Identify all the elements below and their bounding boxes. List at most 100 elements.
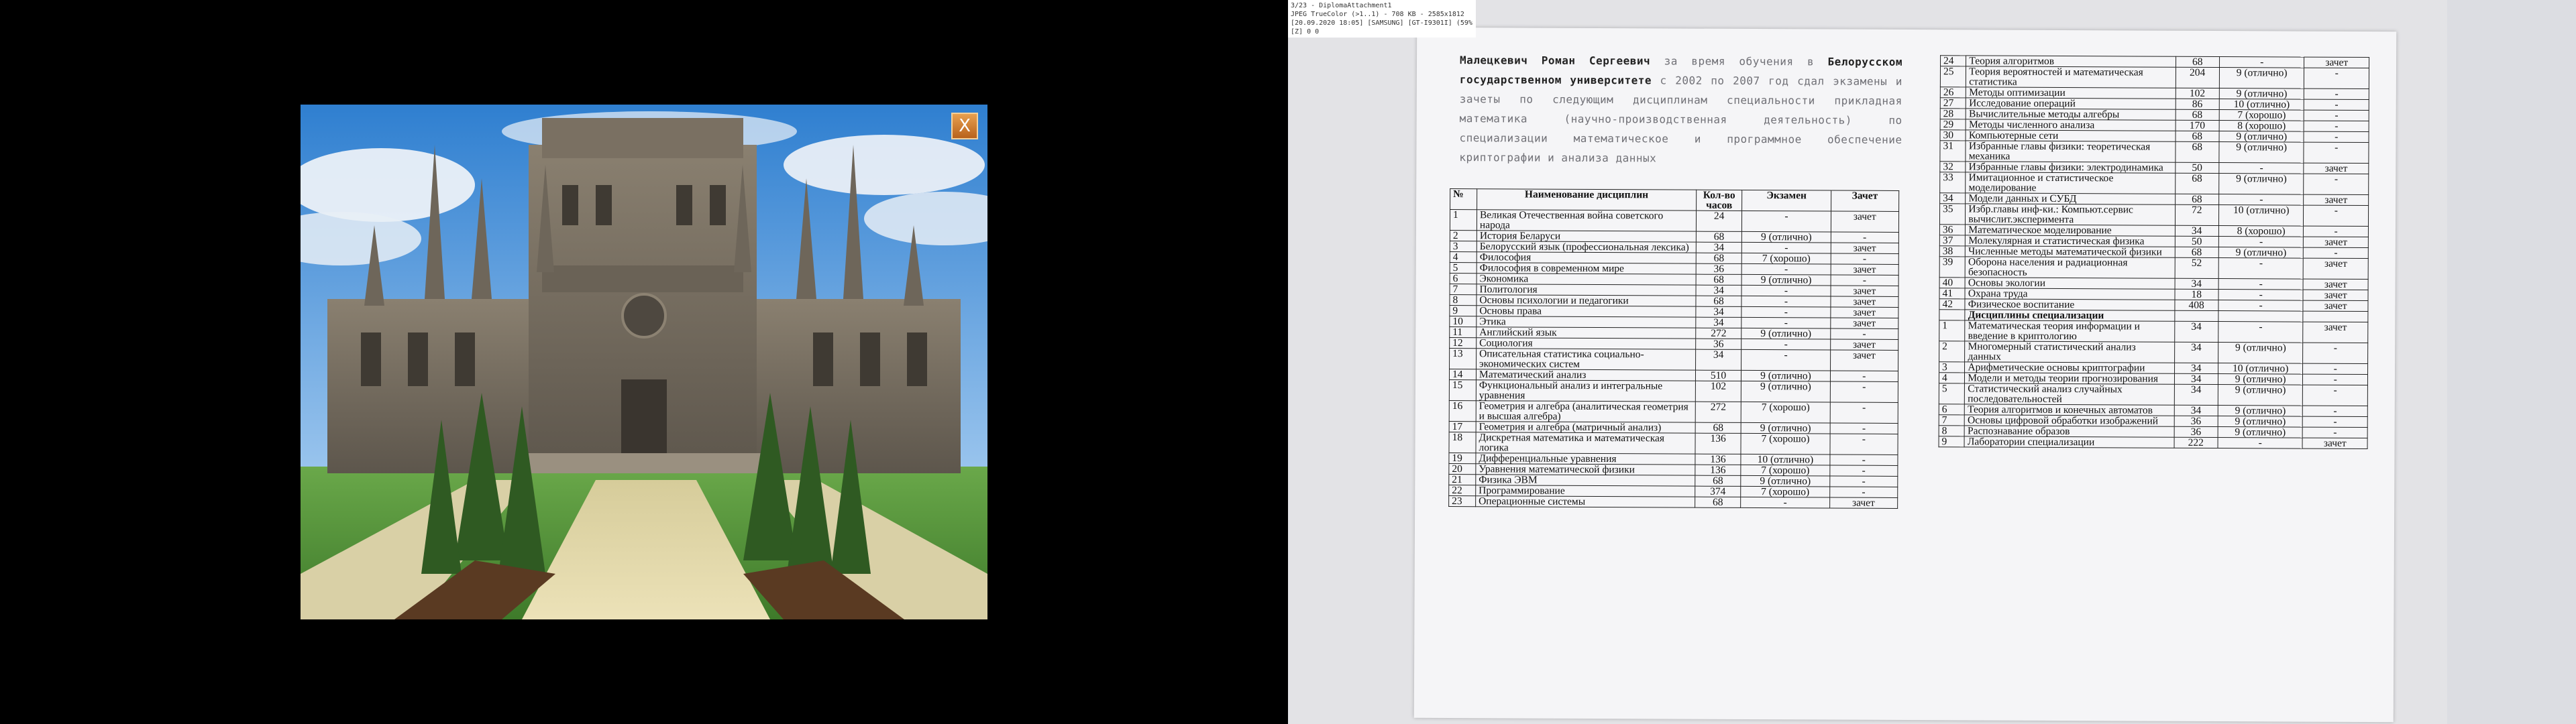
row-exam: - (2218, 289, 2304, 300)
row-number: 13 (1449, 348, 1477, 369)
row-discipline: Избр.главы инф-ки.: Компьют.сервис вычис… (1965, 203, 2176, 226)
row-hours: 36 (2174, 416, 2218, 427)
row-hours: 52 (2174, 257, 2219, 279)
row-number: 37 (1939, 235, 1966, 246)
row-number: 7 (1939, 414, 1965, 426)
row-credit: - (1829, 381, 1898, 403)
row-credit: - (1829, 465, 1898, 477)
game-window[interactable]: X (301, 105, 987, 619)
grades-table-left: № Наименование дисциплин Кол-во часов Эк… (1448, 188, 1899, 509)
row-discipline: Многомерный статистический анализ данных (1964, 341, 2175, 363)
row-credit: - (2303, 247, 2369, 259)
row-number: 18 (1448, 432, 1477, 453)
row-number: 11 (1449, 326, 1477, 338)
intro-text-2: с 2002 по 2007 год сдал экзамены и зачет… (1459, 74, 1902, 165)
row-hours: 68 (2175, 109, 2220, 121)
row-hours: 170 (2175, 120, 2220, 131)
row-exam: 10 (отлично) (2218, 363, 2304, 374)
row-exam: - (1741, 349, 1831, 371)
close-button[interactable]: X (951, 113, 978, 139)
row-number: 23 (1448, 495, 1476, 507)
row-hours: 102 (2175, 88, 2220, 99)
row-discipline: Математическая теория информации и введе… (1965, 320, 2175, 343)
row-exam: 9 (отлично) (1741, 328, 1831, 339)
row-hours: 102 (1695, 381, 1741, 402)
row-number: 19 (1448, 452, 1476, 464)
row-exam: 10 (отлично) (2218, 204, 2304, 227)
row-number: 28 (1940, 108, 1966, 119)
background-surface (2447, 0, 2576, 724)
row-number: 24 (1940, 55, 1966, 66)
row-hours: 50 (2174, 236, 2219, 247)
table-row: 31 Избранные главы физики: теоретическая … (1939, 140, 2369, 164)
row-number: 9 (1449, 305, 1477, 316)
row-credit: зачет (2303, 322, 2368, 343)
row-number: 1 (1939, 320, 1966, 341)
row-number: 3 (1939, 361, 1965, 373)
info-line: [20.09.2020 18:05] [SAMSUNG] [GT-I9301I]… (1291, 19, 1473, 27)
row-credit: зачет (2303, 290, 2369, 301)
row-number: 22 (1448, 485, 1476, 496)
row-credit: зачет (1830, 350, 1898, 371)
row-credit: зачет (1830, 318, 1898, 329)
row-hours: 272 (1695, 402, 1741, 423)
header-discipline: Наименование дисциплин (1477, 189, 1697, 211)
row-hours: 68 (1695, 497, 1741, 508)
row-hours: 34 (2174, 321, 2218, 343)
row-number: 31 (1939, 140, 1966, 162)
row-hours: 68 (1695, 253, 1742, 264)
row-credit: - (1829, 434, 1898, 455)
row-exam: 9 (отлично) (2218, 173, 2304, 195)
intro-text-1: за время обучения в (1650, 54, 1828, 68)
row-credit: зачет (1830, 296, 1899, 308)
info-line: [Z] 0 0 (1291, 28, 1320, 36)
row-number: 2 (1450, 230, 1477, 241)
info-line: JPEG TrueColor (>1..1) - 708 KB - 2585x1… (1291, 11, 1464, 18)
row-exam: 7 (хорошо) (1741, 486, 1830, 497)
row-discipline: Избранные главы физики: теоретическая ме… (1966, 140, 2176, 163)
row-number: 35 (1939, 203, 1966, 225)
scanned-document: Малецкевич Роман Сергеевич за время обуч… (1413, 27, 2397, 723)
table-header-row: № Наименование дисциплин Кол-во часов Эк… (1450, 188, 1899, 212)
table-row: 33 Имитационное и статистическое моделиро… (1939, 172, 2369, 195)
grades-table-right: 24 Теория алгоритмов 68- зачет 25 Теория веро… (1939, 55, 2370, 449)
row-hours: 510 (1695, 370, 1741, 381)
row-credit: - (2304, 110, 2369, 121)
row-number: 40 (1939, 277, 1966, 288)
row-exam: 7 (хорошо) (2219, 109, 2304, 121)
row-number: 27 (1940, 97, 1966, 109)
row-hours: 68 (2175, 194, 2219, 205)
row-hours: 34 (2174, 405, 2218, 416)
row-exam: - (2218, 162, 2304, 174)
row-hours: 34 (2174, 384, 2218, 406)
header-number: № (1450, 188, 1477, 210)
row-number: 9 (1939, 436, 1965, 447)
row-hours: 68 (1695, 475, 1741, 487)
row-exam: - (2218, 300, 2304, 311)
row-credit: зачет (2304, 194, 2369, 206)
row-credit: зачет (2303, 237, 2369, 248)
header-exam: Экзамен (1741, 190, 1831, 212)
row-discipline: Лаборатории специализации (1964, 436, 2174, 448)
document-intro: Малецкевич Роман Сергеевич за время обуч… (1459, 50, 1902, 169)
row-exam: - (2217, 437, 2303, 448)
game-pane: X (0, 0, 1288, 724)
row-exam: 9 (отлично) (2218, 373, 2303, 385)
row-discipline: Имитационное и статистическое моделирова… (1966, 172, 2176, 194)
row-number: 4 (1939, 372, 1965, 383)
row-hours: 50 (2175, 162, 2219, 174)
row-credit: - (1829, 476, 1898, 487)
row-hours: 68 (2176, 56, 2220, 68)
row-exam: 9 (отлично) (1741, 231, 1831, 243)
row-number: 15 (1449, 379, 1477, 401)
table-row: 25 Теория вероятностей и математическая с… (1940, 66, 2369, 89)
row-hours: 204 (2175, 67, 2220, 88)
row-hours: 374 (1695, 486, 1741, 497)
row-credit: зачет (2303, 300, 2368, 312)
row-credit: - (2304, 88, 2369, 100)
row-number: 10 (1449, 316, 1477, 327)
row-credit: - (2304, 142, 2369, 164)
row-credit: зачет (1830, 264, 1899, 276)
row-exam: 9 (отлично) (1741, 422, 1830, 434)
row-hours: 34 (2174, 225, 2219, 237)
